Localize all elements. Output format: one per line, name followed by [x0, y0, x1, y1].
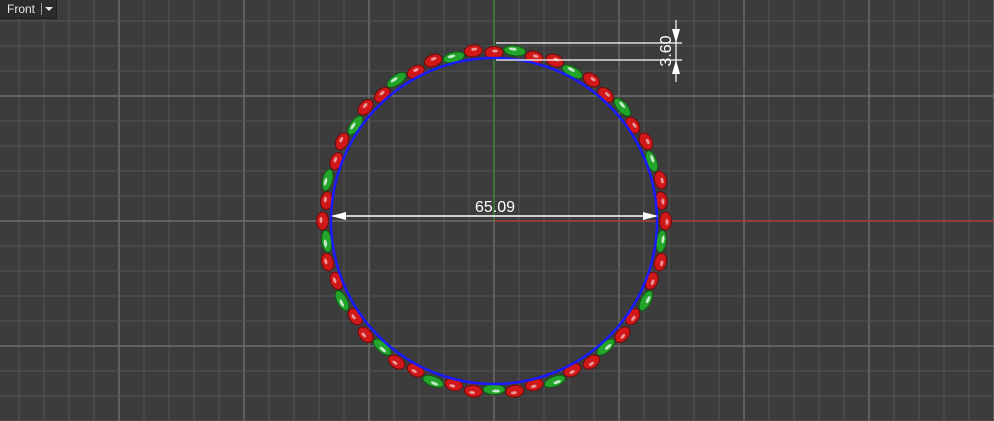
gemstone-body — [321, 168, 334, 192]
gemstone-body — [613, 97, 632, 117]
gemstone-body — [484, 46, 504, 59]
viewport-title-tab[interactable]: Front — [0, 0, 58, 19]
green-gemstone[interactable] — [611, 96, 633, 119]
gemstone-highlight — [492, 49, 498, 53]
red-gemstone[interactable] — [316, 211, 329, 231]
red-gemstone[interactable] — [320, 252, 336, 272]
red-gemstone[interactable] — [653, 252, 669, 272]
red-gemstone[interactable] — [659, 211, 672, 231]
gemstone-body — [357, 98, 374, 116]
gemstone-body — [482, 384, 506, 395]
green-gemstone[interactable] — [482, 384, 506, 395]
red-gemstone[interactable] — [355, 97, 376, 118]
gemstone-body — [653, 252, 668, 272]
chevron-down-icon[interactable] — [42, 0, 56, 18]
viewport-title[interactable]: Front — [0, 0, 41, 18]
front-viewport[interactable]: 65.09 3.60 Front — [0, 0, 994, 421]
gemstone-body — [316, 211, 329, 231]
green-gemstone[interactable] — [320, 168, 335, 192]
red-gemstone[interactable] — [653, 170, 669, 190]
gemstone-body — [659, 211, 672, 231]
gemstone-highlight — [319, 217, 323, 223]
green-gemstone[interactable] — [385, 70, 409, 91]
gemstone-highlight — [492, 389, 500, 393]
thickness-value[interactable]: 3.60 — [658, 35, 675, 66]
gemstone-body — [320, 252, 335, 272]
gemstone-highlight — [665, 219, 669, 225]
gemstone-body — [653, 170, 668, 190]
red-gemstone[interactable] — [484, 46, 504, 59]
gemstone-body — [386, 71, 407, 88]
diameter-value[interactable]: 65.09 — [475, 199, 515, 216]
gemstone-body — [582, 72, 601, 88]
viewport-canvas[interactable]: 65.09 3.60 — [0, 0, 994, 421]
red-gemstone[interactable] — [581, 70, 603, 90]
